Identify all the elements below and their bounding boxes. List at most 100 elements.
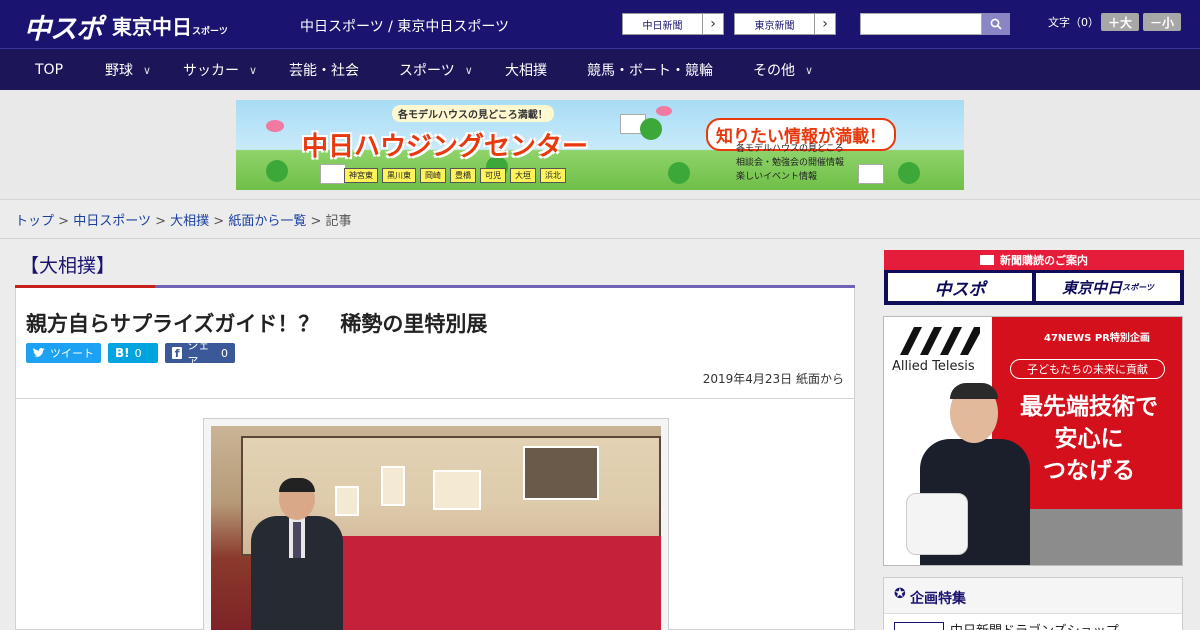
tree-icon bbox=[668, 162, 690, 184]
search-input[interactable] bbox=[860, 13, 982, 35]
nav-item-soccer[interactable]: サッカー ∨ bbox=[183, 49, 257, 91]
subscription-logo-small: スポーツ bbox=[1122, 282, 1154, 292]
chevron-down-icon: ∨ bbox=[805, 63, 814, 77]
breadcrumb-chunichi-sports[interactable]: 中日スポーツ bbox=[73, 214, 151, 229]
nav-item-top[interactable]: TOP bbox=[35, 49, 63, 91]
allied-telesis-logo-icon bbox=[900, 327, 980, 355]
tokyo-chunichi-logo-text: 東京中日 bbox=[112, 15, 192, 39]
nav-item-label: 野球 bbox=[105, 63, 133, 79]
chevron-down-icon: ∨ bbox=[464, 63, 473, 77]
subscription-logo-chunichi-sports[interactable]: 中スポ bbox=[888, 273, 1032, 301]
feature-box-header: ✪ 企画特集 bbox=[884, 578, 1182, 614]
allied-telesis-ad[interactable]: Allied Telesis 47NEWS PR特別企画 子どもたちの未来に貢献… bbox=[883, 316, 1183, 566]
breadcrumb-paper-list[interactable]: 紙面から一覧 bbox=[228, 214, 306, 229]
banner-city: 大垣 bbox=[510, 168, 536, 183]
facebook-share-label: シェア bbox=[187, 339, 210, 368]
nav-item-other[interactable]: その他 ∨ bbox=[753, 49, 813, 91]
tweet-label: ツイート bbox=[50, 347, 94, 360]
tokyo-chunichi-logo[interactable]: 東京中日スポーツ bbox=[112, 11, 228, 40]
nav-item-racing[interactable]: 競馬・ボート・競輪 bbox=[587, 49, 713, 91]
search-button[interactable] bbox=[982, 13, 1010, 35]
photo-person-tie bbox=[293, 522, 301, 558]
ad-pill-text: 子どもたちの未来に貢献 bbox=[1010, 359, 1165, 379]
ad-brand-name: Allied Telesis bbox=[892, 359, 975, 374]
banner-title: 中日ハウジングセンター bbox=[302, 132, 589, 162]
banner-top-text: 各モデルハウスの見どころ満載！ bbox=[392, 105, 554, 122]
article-card: 親方自らサプライズガイド！？ 稀勢の里特別展 ツイート B! 0 f シェア 0… bbox=[15, 288, 855, 630]
search-icon bbox=[990, 18, 1002, 30]
bird-icon bbox=[656, 106, 672, 116]
font-smaller-button[interactable]: －小 bbox=[1143, 13, 1181, 31]
feature-box: ✪ 企画特集 中日新聞ドラゴンズショップ bbox=[883, 577, 1183, 630]
banner-feature-item: 相談会・勉強会の開催情報 bbox=[736, 158, 845, 168]
article-date: 2019年4月23日 bbox=[702, 372, 793, 386]
chevron-down-icon: ∨ bbox=[143, 63, 152, 77]
nav-item-label: その他 bbox=[753, 63, 795, 79]
nav-item-entertainment[interactable]: 芸能・社会 bbox=[289, 49, 359, 91]
nav-item-label: TOP bbox=[35, 62, 64, 78]
feature-item-link[interactable]: 中日新聞ドラゴンズショップ bbox=[950, 620, 1119, 630]
bird-icon bbox=[266, 120, 284, 132]
tweet-button[interactable]: ツイート bbox=[26, 343, 101, 363]
chevron-right-icon: › bbox=[710, 16, 716, 32]
chunichi-sports-logo[interactable]: 中スポ bbox=[24, 7, 103, 46]
housing-center-ad-banner[interactable]: 各モデルハウスの見どころ満載！ 中日ハウジングセンター 知りたい情報が満載！ 各… bbox=[236, 100, 964, 190]
chevron-right-icon: › bbox=[822, 16, 828, 32]
subscription-box[interactable]: 新聞購読のご案内 中スポ 東京中日 スポーツ bbox=[884, 250, 1184, 305]
banner-feature-list: 各モデルハウスの見どころ 相談会・勉強会の開催情報 楽しいイベント情報 bbox=[736, 142, 844, 184]
font-larger-button[interactable]: ＋大 bbox=[1101, 13, 1139, 31]
nav-item-label: 芸能・社会 bbox=[289, 63, 359, 79]
subscription-title: 新聞購読のご案内 bbox=[1000, 254, 1088, 267]
site-title: 中日スポーツ / 東京中日スポーツ bbox=[300, 19, 510, 35]
photo-exhibit-picture bbox=[381, 466, 405, 506]
banner-city: 可児 bbox=[480, 168, 506, 183]
breadcrumb-separator: > bbox=[213, 214, 225, 229]
facebook-icon: f bbox=[172, 347, 183, 360]
chunichi-shimbun-link[interactable]: 中日新聞 › bbox=[622, 13, 724, 35]
subscription-logo-text: 東京中日 bbox=[1062, 278, 1123, 297]
tokyo-shimbun-link[interactable]: 東京新聞 › bbox=[734, 13, 836, 35]
subscription-logo-tokyo-chunichi[interactable]: 東京中日 スポーツ bbox=[1036, 273, 1180, 301]
breadcrumb-sumo[interactable]: 大相撲 bbox=[170, 214, 209, 229]
nav-item-baseball[interactable]: 野球 ∨ bbox=[105, 49, 151, 91]
breadcrumb-separator: > bbox=[155, 214, 166, 229]
article-source: 紙面から bbox=[795, 372, 844, 386]
banner-city: 浜北 bbox=[540, 168, 566, 183]
nav-item-label: スポーツ bbox=[399, 63, 455, 79]
font-size-label: 文字（0） bbox=[1048, 16, 1099, 29]
ad-tag: 47NEWS PR特別企画 bbox=[1044, 333, 1150, 344]
nav-item-sumo[interactable]: 大相撲 bbox=[505, 49, 547, 91]
hatena-count: 0 bbox=[134, 346, 142, 360]
tokyo-shimbun-label: 東京新聞 bbox=[735, 14, 815, 34]
article-photo[interactable] bbox=[211, 426, 661, 630]
banner-feature-item: 各モデルハウスの見どころ bbox=[736, 144, 844, 154]
banner-city: 岡崎 bbox=[420, 168, 446, 183]
house-icon bbox=[858, 164, 884, 184]
banner-area: 各モデルハウスの見どころ満載！ 中日ハウジングセンター 知りたい情報が満載！ 各… bbox=[0, 90, 1200, 200]
feature-item-thumbnail[interactable] bbox=[894, 622, 944, 630]
breadcrumb-separator: > bbox=[310, 214, 322, 229]
hatena-bookmark-button[interactable]: B! 0 bbox=[108, 343, 158, 363]
photo-exhibit-picture bbox=[523, 446, 599, 500]
breadcrumb-top[interactable]: トップ bbox=[15, 214, 54, 229]
breadcrumb-separator: > bbox=[58, 214, 70, 229]
nav-item-sports[interactable]: スポーツ ∨ bbox=[399, 49, 473, 91]
ad-access-point-device bbox=[906, 493, 968, 555]
nav-item-label: 競馬・ボート・競輪 bbox=[587, 63, 713, 79]
tree-icon bbox=[640, 118, 662, 140]
breadcrumb: トップ > 中日スポーツ > 大相撲 > 紙面から一覧 > 記事 bbox=[15, 210, 352, 229]
article-photo-frame bbox=[203, 418, 669, 630]
tokyo-chunichi-logo-small: スポーツ bbox=[192, 27, 228, 37]
subscription-header: 新聞購読のご案内 bbox=[884, 250, 1184, 270]
main-nav: TOP 野球 ∨ サッカー ∨ 芸能・社会 スポーツ ∨ 大相撲 競馬・ボート・競輪 … bbox=[0, 48, 1200, 90]
banner-feature-item: 楽しいイベント情報 bbox=[736, 172, 818, 182]
facebook-share-button[interactable]: f シェア 0 bbox=[165, 339, 235, 368]
ad-person-hair bbox=[950, 383, 998, 399]
banner-city: 豊橋 bbox=[450, 168, 476, 183]
twitter-icon bbox=[33, 348, 45, 358]
photo-red-kesho-mawashi bbox=[331, 536, 661, 630]
article-headline: 親方自らサプライズガイド！？ 稀勢の里特別展 bbox=[26, 312, 488, 336]
banner-city-list: 神宮東 黒川東 岡崎 豊橋 可児 大垣 浜北 bbox=[344, 168, 566, 183]
banner-city: 神宮東 bbox=[344, 168, 378, 183]
nav-item-label: サッカー bbox=[183, 63, 239, 79]
